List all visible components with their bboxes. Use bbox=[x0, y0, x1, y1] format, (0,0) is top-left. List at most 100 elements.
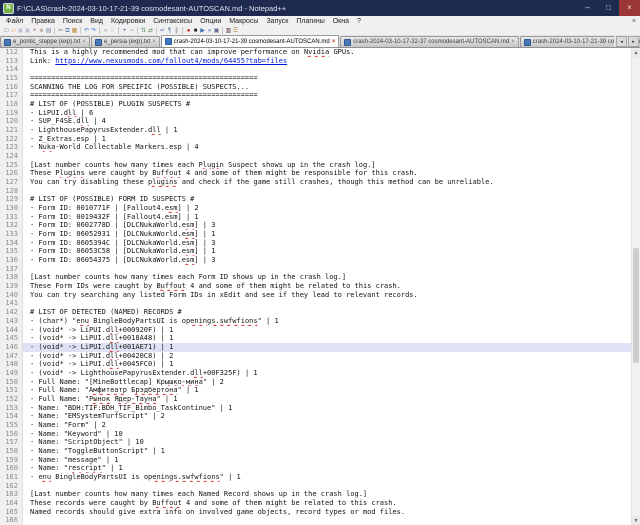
play-macro-icon[interactable]: ▶ bbox=[199, 27, 206, 35]
editor-line[interactable]: 151- Full Name: "Амфитеатр Брэдбертона" … bbox=[0, 386, 632, 395]
tab-active[interactable]: crash-2024-03-10-17-21-39 cosmodesant-AU… bbox=[161, 35, 339, 47]
copy-icon[interactable]: ⧉ bbox=[64, 27, 71, 35]
editor-line[interactable]: 160- Name: "rescript" | 1 bbox=[0, 464, 632, 473]
replace-icon[interactable]: ◌ bbox=[109, 27, 116, 35]
editor-line[interactable]: 126These Plugins were caught by Buffout … bbox=[0, 169, 632, 178]
editor-line[interactable]: 157- Name: "ScriptObject" | 10 bbox=[0, 438, 632, 447]
editor-line[interactable]: 147- (void* -> LiPUI.dll+00420C8) | 2 bbox=[0, 352, 632, 361]
cut-icon[interactable]: ✂ bbox=[57, 27, 64, 35]
print-icon[interactable]: ▤ bbox=[45, 27, 52, 35]
menu-item-окна[interactable]: Окна bbox=[329, 18, 353, 25]
scrollbar-thumb[interactable] bbox=[633, 248, 639, 363]
paste-icon[interactable]: ▦ bbox=[71, 27, 78, 35]
menubar-close-icon[interactable]: × bbox=[632, 18, 636, 25]
tab-close-icon[interactable]: × bbox=[332, 39, 336, 45]
editor-line[interactable]: 129# LIST OF (POSSIBLE) FORM ID SUSPECTS… bbox=[0, 195, 632, 204]
editor-line[interactable]: 123- Nuka-World Collectable Markers.esp … bbox=[0, 143, 632, 152]
editor-line[interactable]: 143- (char*) "enu BingleBodyPartsUI is o… bbox=[0, 317, 632, 326]
editor-line[interactable]: 119- LiPUI.dll | 6 bbox=[0, 109, 632, 118]
menu-item-запуск[interactable]: Запуск bbox=[262, 18, 292, 25]
editor-line[interactable]: 164These records were caught by Buffout … bbox=[0, 499, 632, 508]
show-all-characters-icon[interactable]: ¶ bbox=[166, 27, 173, 35]
redo-icon[interactable]: ↷ bbox=[90, 27, 97, 35]
run-macro-multiple-icon[interactable]: » bbox=[206, 27, 213, 35]
editor-line[interactable]: 159- Name: "message" | 1 bbox=[0, 456, 632, 465]
editor-line[interactable]: 112This is a highly recommended mod that… bbox=[0, 48, 632, 57]
menu-item-опции[interactable]: Опции bbox=[196, 18, 225, 25]
editor-line[interactable]: 131- Form ID: 0019432F | [Fallout4.esm] … bbox=[0, 213, 632, 222]
editor-line[interactable]: 114 bbox=[0, 65, 632, 74]
close-button[interactable]: × bbox=[619, 0, 640, 16]
editor-line[interactable]: 140You can try searching any listed Form… bbox=[0, 291, 632, 300]
editor-line[interactable]: 146- (void* -> LiPUI.dll+001AE71) | 1 bbox=[0, 343, 632, 352]
editor-line[interactable]: 127You can try disabling these plugins a… bbox=[0, 178, 632, 187]
editor-line[interactable]: 121- LighthousePapyrusExtender.dll | 1 bbox=[0, 126, 632, 135]
tab-close-icon[interactable]: × bbox=[511, 39, 515, 45]
editor-line[interactable]: 156- Name: "Keyword" | 10 bbox=[0, 430, 632, 439]
menu-item-синтаксисы[interactable]: Синтаксисы bbox=[149, 18, 196, 25]
menu-item-вид[interactable]: Вид bbox=[86, 18, 107, 25]
editor-line[interactable]: 115=====================================… bbox=[0, 74, 632, 83]
menu-item-файл[interactable]: Файл bbox=[2, 18, 27, 25]
stop-macro-icon[interactable]: ■ bbox=[192, 27, 199, 35]
maximize-button[interactable]: □ bbox=[598, 0, 619, 16]
tab[interactable]: e_pontic_steppe (exp).txt× bbox=[0, 36, 90, 47]
editor-line[interactable]: 133- Form ID: 06052931 | [DLCNukaWorld.e… bbox=[0, 230, 632, 239]
vertical-scrollbar[interactable]: ▲ ▼ bbox=[631, 48, 640, 525]
new-file-icon[interactable]: □ bbox=[3, 27, 10, 35]
editor-line[interactable]: 162 bbox=[0, 482, 632, 491]
indent-guide-icon[interactable]: ∥ bbox=[173, 27, 180, 35]
editor-line[interactable]: 141 bbox=[0, 299, 632, 308]
record-macro-icon[interactable]: ● bbox=[185, 27, 192, 35]
find-icon[interactable]: ○ bbox=[102, 27, 109, 35]
document-map-icon[interactable]: ▥ bbox=[225, 27, 232, 35]
hyperlink[interactable]: https://www.nexusmods.com/fallout4/mods/… bbox=[55, 57, 287, 65]
minimize-button[interactable]: – bbox=[577, 0, 598, 16]
editor-line[interactable]: 152- Full Name: "Рынок Ядер-Тауна" | 1 bbox=[0, 395, 632, 404]
menu-item-правка[interactable]: Правка bbox=[27, 18, 59, 25]
menu-item-поиск[interactable]: Поиск bbox=[59, 18, 86, 25]
editor-line[interactable]: 134- Form ID: 0605394C | [DLCNukaWorld.e… bbox=[0, 239, 632, 248]
editor-line[interactable]: 113Link: https://www.nexusmods.com/fallo… bbox=[0, 57, 632, 66]
document-list-icon[interactable]: ☰ bbox=[232, 27, 239, 35]
menu-item-кодировки[interactable]: Кодировки bbox=[107, 18, 149, 25]
editor-line[interactable]: 137 bbox=[0, 265, 632, 274]
editor-line[interactable]: 128 bbox=[0, 187, 632, 196]
menu-item-плагины[interactable]: Плагины bbox=[292, 18, 328, 25]
editor-line[interactable]: 165Named records should give extra info … bbox=[0, 508, 632, 517]
close-icon[interactable]: × bbox=[31, 27, 38, 35]
tab-close-icon[interactable]: × bbox=[82, 39, 86, 45]
editor-line[interactable]: 144- (void* -> LiPUI.dll+000920F) | 1 bbox=[0, 326, 632, 335]
editor-line[interactable]: 155- Name: "Form" | 2 bbox=[0, 421, 632, 430]
editor-line[interactable]: 148- (void* -> LiPUI.dll+0045FC0) | 1 bbox=[0, 360, 632, 369]
editor-line[interactable]: 161- enu BingleBodyPartsUI is openings.s… bbox=[0, 473, 632, 482]
editor-line[interactable]: 132- Form ID: 0602778D | [DLCNukaWorld.e… bbox=[0, 221, 632, 230]
tab-close-icon[interactable]: × bbox=[152, 39, 156, 45]
editor-line[interactable]: 135- Form ID: 06053C58 | [DLCNukaWorld.e… bbox=[0, 247, 632, 256]
scroll-up-icon[interactable]: ▲ bbox=[632, 48, 640, 57]
word-wrap-icon[interactable]: ↵ bbox=[159, 27, 166, 35]
menu-item--[interactable]: ? bbox=[353, 18, 365, 25]
sync-vertical-icon[interactable]: ⇅ bbox=[140, 27, 147, 35]
editor-line[interactable]: 136- Form ID: 06054375 | [DLCNukaWorld.e… bbox=[0, 256, 632, 265]
editor-line[interactable]: 154- Name: "EMSystemTurfScript" | 2 bbox=[0, 412, 632, 421]
editor-line[interactable]: 118# LIST OF (POSSIBLE) PLUGIN SUSPECTS … bbox=[0, 100, 632, 109]
editor-area[interactable]: 112This is a highly recommended mod that… bbox=[0, 48, 640, 525]
editor-line[interactable]: 125[Last number counts how many times ea… bbox=[0, 161, 632, 170]
save-macro-icon[interactable]: ▣ bbox=[213, 27, 220, 35]
zoom-in-icon[interactable]: + bbox=[121, 27, 128, 35]
tab[interactable]: e_persia (exp).txt× bbox=[91, 36, 160, 47]
zoom-out-icon[interactable]: − bbox=[128, 27, 135, 35]
editor-line[interactable]: 130- Form ID: 0010771F | [Fallout4.esm] … bbox=[0, 204, 632, 213]
editor-line[interactable]: 153- Name: "BDH:TIF:BDH_TIF_Bimbo_TaskCo… bbox=[0, 404, 632, 413]
tab-scroll-left-icon[interactable]: ◂ bbox=[616, 36, 627, 47]
editor-line[interactable]: 139These Form IDs were caught by Buffout… bbox=[0, 282, 632, 291]
editor-line[interactable]: 117=====================================… bbox=[0, 91, 632, 100]
open-folder-icon[interactable]: ▱ bbox=[10, 27, 17, 35]
editor-line[interactable]: 158- Name: "ToggleButtonScript" | 1 bbox=[0, 447, 632, 456]
undo-icon[interactable]: ↶ bbox=[83, 27, 90, 35]
editor-line[interactable]: 138[Last number counts how many times ea… bbox=[0, 273, 632, 282]
tab[interactable]: crash-2024-03-10-17-32-37 cosmodesant-AU… bbox=[340, 36, 518, 47]
editor-line[interactable]: 163[Last number counts how many times ea… bbox=[0, 490, 632, 499]
editor-line[interactable]: 145- (void* -> LiPUI.dll+0018A48) | 1 bbox=[0, 334, 632, 343]
